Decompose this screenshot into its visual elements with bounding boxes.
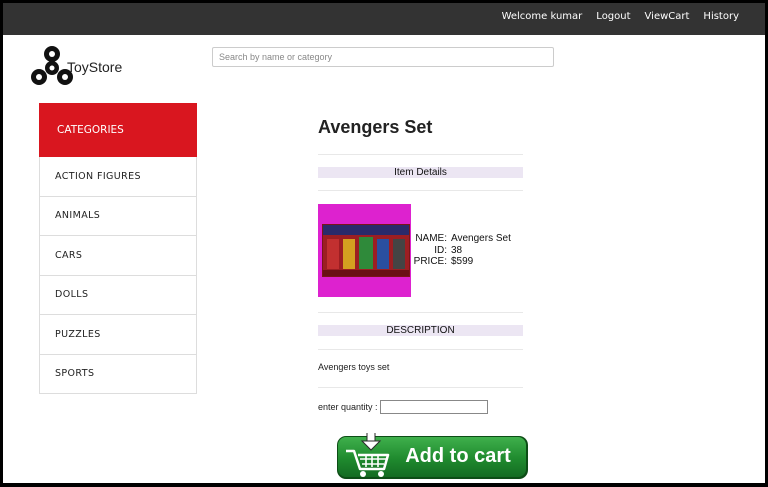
name-row: NAME: Avengers Set bbox=[413, 233, 511, 245]
product-info-row: NAME: Avengers Set ID: 38 PRICE: $599 bbox=[318, 204, 523, 298]
divider bbox=[318, 387, 523, 388]
price-label: PRICE: bbox=[413, 256, 447, 267]
category-item-cars[interactable]: CARS bbox=[39, 236, 197, 276]
add-to-cart-button[interactable]: Add to cart bbox=[336, 433, 529, 481]
category-item-puzzles[interactable]: PUZZLES bbox=[39, 315, 197, 355]
categories-panel: CATEGORIES ACTION FIGURES ANIMALS CARS D… bbox=[39, 103, 197, 394]
welcome-text: Welcome kumar bbox=[501, 10, 583, 22]
search-input[interactable] bbox=[212, 47, 554, 67]
brand-name: ToyStore bbox=[67, 59, 123, 75]
categories-header: CATEGORIES bbox=[39, 103, 197, 157]
top-navbar: Welcome kumar Logout ViewCart History bbox=[3, 3, 765, 35]
quantity-row: enter quantity : bbox=[318, 400, 488, 414]
history-link[interactable]: History bbox=[703, 11, 739, 22]
product-title: Avengers Set bbox=[318, 117, 433, 137]
category-item-action-figures[interactable]: ACTION FIGURES bbox=[39, 157, 197, 197]
divider bbox=[318, 349, 523, 350]
item-details-header: Item Details bbox=[318, 167, 523, 178]
brand-logo[interactable]: ToyStore bbox=[30, 46, 150, 92]
page-frame: Welcome kumar Logout ViewCart History To… bbox=[3, 3, 765, 483]
name-value: Avengers Set bbox=[451, 233, 511, 244]
product-image bbox=[318, 204, 411, 297]
description-header: DESCRIPTION bbox=[318, 325, 523, 336]
id-label: ID: bbox=[434, 244, 447, 256]
quantity-label: enter quantity : bbox=[318, 402, 378, 412]
view-cart-link[interactable]: ViewCart bbox=[645, 11, 690, 22]
id-row: ID: 38 bbox=[413, 245, 511, 257]
product-detail: Avengers Set Item Details NAME: Avengers… bbox=[318, 113, 523, 414]
nav-links: Welcome kumar Logout ViewCart History bbox=[488, 3, 739, 29]
id-value: 38 bbox=[451, 244, 463, 256]
category-item-dolls[interactable]: DOLLS bbox=[39, 275, 197, 315]
category-item-sports[interactable]: SPORTS bbox=[39, 354, 197, 394]
name-label: NAME: bbox=[415, 233, 447, 244]
divider bbox=[318, 312, 523, 313]
description-text: Avengers toys set bbox=[318, 362, 390, 372]
category-item-animals[interactable]: ANIMALS bbox=[39, 196, 197, 236]
logout-link[interactable]: Logout bbox=[596, 11, 630, 22]
price-value: $599 bbox=[451, 256, 474, 267]
product-fields: NAME: Avengers Set ID: 38 PRICE: $599 bbox=[413, 233, 511, 268]
quantity-input[interactable] bbox=[379, 400, 488, 414]
toy-box-graphic bbox=[322, 224, 410, 277]
divider bbox=[318, 190, 523, 191]
price-row: PRICE: $599 bbox=[413, 256, 511, 268]
divider bbox=[318, 154, 523, 155]
add-to-cart-label: Add to cart bbox=[405, 445, 511, 467]
